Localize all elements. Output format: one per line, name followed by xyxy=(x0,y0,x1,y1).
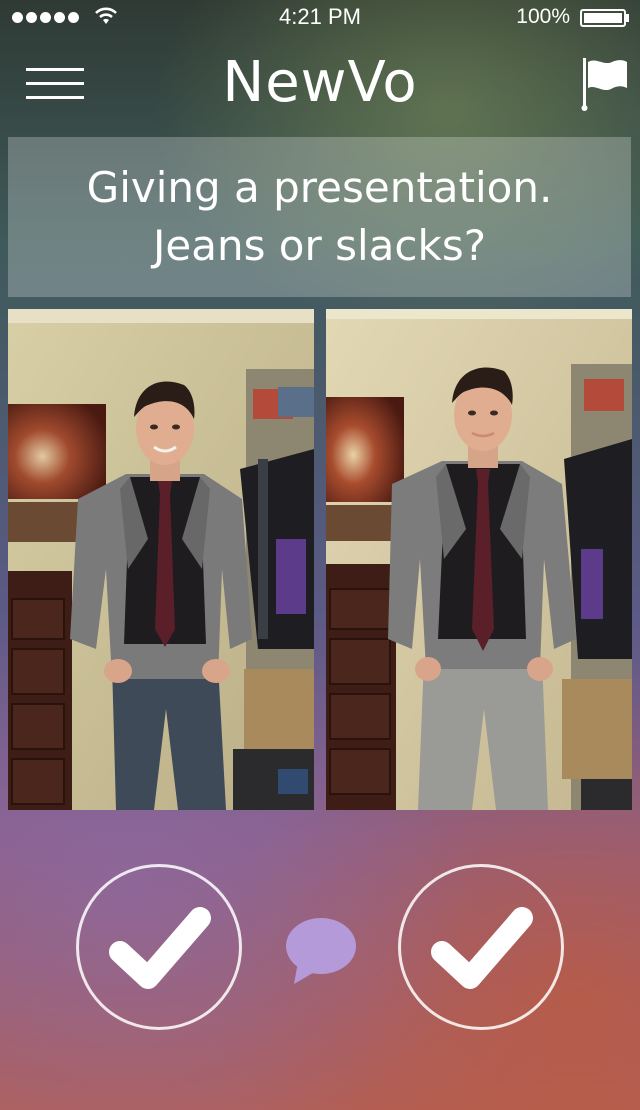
status-bar: 4:21 PM 100% xyxy=(0,0,640,36)
speech-bubble-icon[interactable] xyxy=(284,916,358,988)
vote-slacks-button[interactable] xyxy=(398,864,564,1030)
question-text-line-2: Jeans or slacks? xyxy=(152,221,486,270)
battery-percent: 100% xyxy=(516,5,570,28)
question-card: Giving a presentation. Jeans or slacks? xyxy=(8,137,631,297)
option-photo-jeans[interactable] xyxy=(8,309,314,810)
checkmark-icon xyxy=(431,907,533,989)
app-title: NewVo xyxy=(222,50,418,115)
battery-icon xyxy=(580,9,629,27)
vote-jeans-button[interactable] xyxy=(76,864,242,1030)
option-photo-slacks[interactable] xyxy=(326,309,632,810)
nav-bar: NewVo xyxy=(0,36,640,130)
flag-icon[interactable] xyxy=(580,56,630,112)
checkmark-icon xyxy=(109,907,211,989)
question-text-line-1: Giving a presentation. xyxy=(86,163,553,212)
